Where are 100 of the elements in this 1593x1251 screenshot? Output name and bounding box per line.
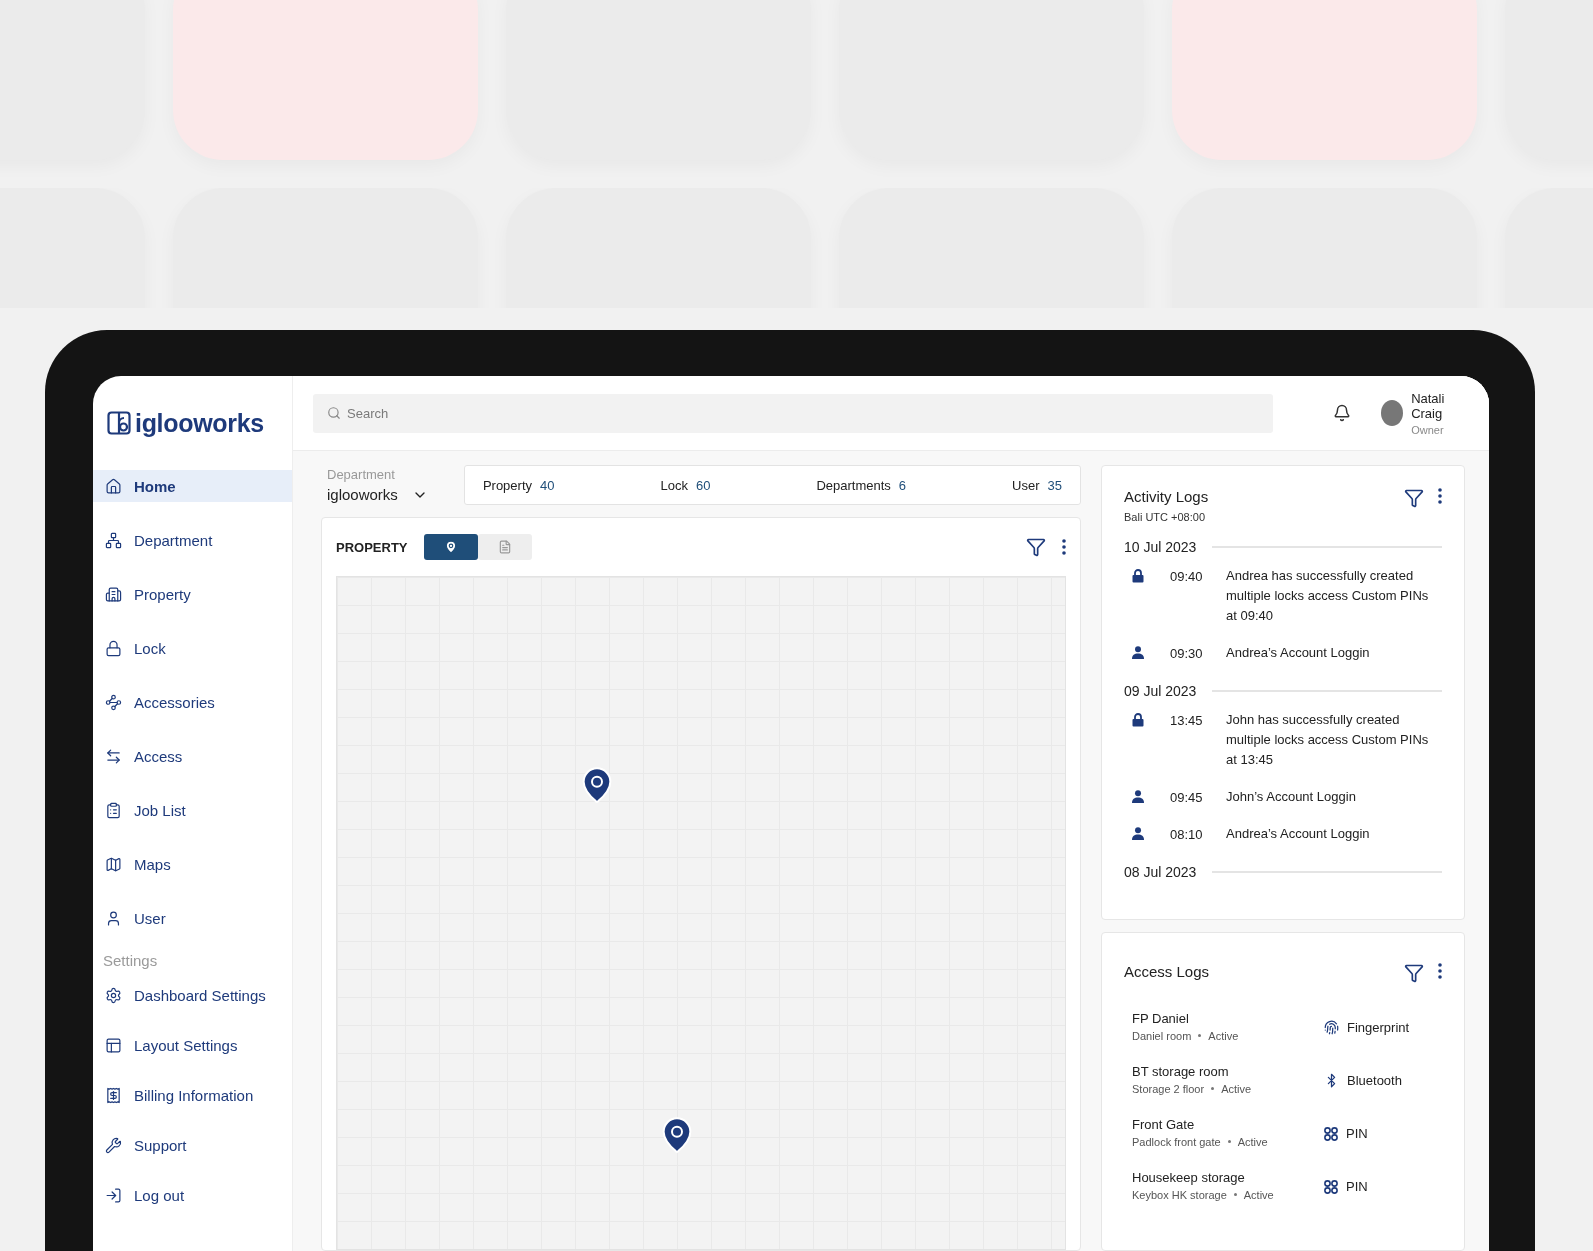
- fingerprint-icon: [1324, 1020, 1339, 1035]
- department-dropdown[interactable]: iglooworks: [327, 486, 428, 503]
- card-title: Access Logs: [1124, 963, 1210, 980]
- stat-label: Departments: [816, 478, 891, 493]
- notification-button[interactable]: [1333, 404, 1351, 422]
- clipboard-icon: [105, 801, 122, 819]
- separator-dot: [1211, 1087, 1215, 1091]
- access-location: Padlock front gate: [1132, 1136, 1221, 1148]
- view-toggle[interactable]: [423, 534, 478, 560]
- nav-item[interactable]: Maps: [93, 848, 292, 880]
- user-name: Natali Craig: [1411, 390, 1446, 421]
- user-icon: [1132, 827, 1144, 840]
- nav-item[interactable]: Property: [93, 578, 292, 610]
- logout-icon: [105, 1186, 122, 1204]
- pin-icon: [1324, 1126, 1338, 1141]
- nav-item[interactable]: Billing Information: [93, 1079, 292, 1111]
- access-status: Active: [1237, 1136, 1268, 1148]
- stat-label: Property: [482, 478, 532, 493]
- filter-icon: [1404, 488, 1424, 508]
- stat-value: 6: [898, 478, 907, 493]
- receipt-icon: [105, 1086, 122, 1104]
- nav-item[interactable]: Department: [93, 524, 292, 556]
- logo-icon: [107, 411, 131, 435]
- stat-value: 35: [1047, 478, 1062, 493]
- nav-item[interactable]: Support: [93, 1129, 292, 1161]
- access-name: BT storage room: [1132, 1064, 1230, 1079]
- brand-name: iglooworks: [135, 408, 264, 438]
- access-method: Fingerprint: [1347, 1020, 1410, 1035]
- log-text: Andrea has successfully created multiple locks access Custom PINs at 09:40: [1226, 567, 1430, 625]
- filter-button[interactable]: [1026, 537, 1046, 557]
- bell-icon: [1333, 404, 1351, 422]
- access-method: PIN: [1346, 1179, 1368, 1194]
- avatar: [1381, 400, 1404, 426]
- nav-item[interactable]: Access: [93, 740, 292, 772]
- more-icon: [1438, 488, 1442, 504]
- log-text: John’s Account Loggin: [1226, 788, 1357, 806]
- stat-value: 60: [695, 478, 711, 493]
- log-text: John has successfully created multiple locks access Custom PINs at 13:45: [1226, 711, 1430, 769]
- user-role: Owner: [1411, 423, 1445, 436]
- card-title: PROPERTY: [336, 539, 408, 555]
- filter-button[interactable]: [1404, 488, 1424, 508]
- separator-dot: [1198, 1034, 1202, 1038]
- search-icon: [327, 405, 341, 420]
- user-icon: [1132, 790, 1144, 803]
- nav-item[interactable]: Accessories: [93, 686, 292, 718]
- access-status: Active: [1243, 1189, 1274, 1201]
- building-icon: [105, 585, 122, 603]
- wrench-icon: [105, 1136, 122, 1154]
- more-icon: [1438, 963, 1442, 979]
- hierarchy-icon: [105, 531, 122, 549]
- log-time: 08:10: [1170, 827, 1204, 844]
- home-icon: [105, 477, 122, 495]
- access-location: Daniel room: [1132, 1030, 1192, 1042]
- nav-item[interactable]: Job List: [93, 794, 292, 826]
- log-time: 09:30: [1170, 646, 1204, 663]
- nodes-icon: [105, 693, 122, 711]
- access-status: Active: [1221, 1083, 1252, 1095]
- arrows-icon: [105, 747, 122, 765]
- separator-dot: [1233, 1193, 1237, 1197]
- pin-icon: [1324, 1179, 1338, 1194]
- nav-item[interactable]: Log out: [93, 1179, 292, 1211]
- log-text: Andrea’s Account Loggin: [1226, 825, 1371, 843]
- more-button[interactable]: [1438, 963, 1442, 979]
- stat-value: 40: [540, 478, 555, 493]
- layout-icon: [105, 1036, 122, 1054]
- lock-icon: [105, 639, 122, 657]
- log-date: 08 Jul 2023: [1124, 864, 1197, 880]
- search-field[interactable]: Search: [313, 393, 1273, 433]
- view-toggle[interactable]: [477, 534, 532, 560]
- filter-icon: [1026, 537, 1046, 557]
- more-button[interactable]: [1438, 488, 1442, 504]
- stat-label: User: [1012, 478, 1040, 493]
- map-icon: [105, 855, 122, 873]
- access-location: Keybox HK storage: [1132, 1189, 1227, 1201]
- more-icon: [1062, 539, 1066, 555]
- filter-button[interactable]: [1404, 963, 1424, 983]
- log-time: 09:40: [1170, 569, 1204, 586]
- location-icon: [443, 540, 458, 554]
- nav-item[interactable]: Home: [93, 470, 292, 502]
- section-heading: Settings: [102, 952, 159, 969]
- log-text: Andrea’s Account Loggin: [1226, 644, 1371, 662]
- separator-dot: [1227, 1140, 1231, 1144]
- access-method: Bluetooth: [1347, 1073, 1402, 1088]
- nav-item[interactable]: User: [93, 902, 292, 934]
- lock-icon: [1132, 713, 1144, 727]
- department-label: Department: [327, 467, 396, 482]
- access-name: Front Gate: [1132, 1117, 1196, 1132]
- lock-icon: [1132, 569, 1144, 583]
- nav-item[interactable]: Layout Settings: [93, 1029, 292, 1061]
- document-icon: [497, 540, 512, 554]
- access-name: Housekeep storage: [1132, 1170, 1246, 1185]
- nav-item[interactable]: Dashboard Settings: [93, 979, 292, 1011]
- settings-icon: [105, 986, 122, 1004]
- more-button[interactable]: [1062, 539, 1066, 555]
- log-date: 09 Jul 2023: [1124, 683, 1197, 699]
- card-title: Activity Logs: [1124, 488, 1209, 505]
- filter-icon: [1404, 963, 1424, 983]
- user-icon: [1132, 646, 1144, 659]
- timezone: Bali UTC +08:00: [1124, 511, 1206, 523]
- nav-item[interactable]: Lock: [93, 632, 292, 664]
